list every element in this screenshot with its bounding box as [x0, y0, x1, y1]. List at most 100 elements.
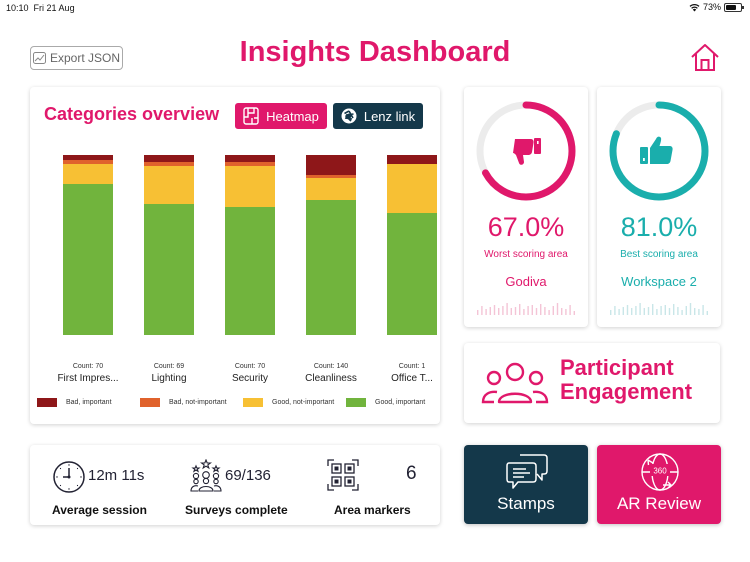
bar-segment-bad-important	[144, 155, 194, 163]
sparkline-bar	[685, 306, 687, 315]
bar-count-label: Count: 70	[72, 363, 104, 370]
lenz-link-button[interactable]: Lenz link	[333, 103, 423, 129]
group-stars-icon	[190, 459, 222, 492]
bar-count-label: Count: 1	[398, 363, 426, 370]
sparkline-bar	[614, 306, 616, 315]
chart-bar[interactable]	[63, 155, 113, 335]
status-time: 10:10 Fri 21 Aug	[6, 3, 75, 13]
sparkline-bar	[656, 309, 658, 315]
sparkline-bar	[639, 303, 641, 315]
worst-scoring-card[interactable]: 67.0% Worst scoring area Godiva	[464, 87, 588, 327]
bar-category-label: Office T...	[391, 373, 433, 384]
sparkline-bar	[544, 307, 546, 315]
legend-swatch	[140, 398, 160, 407]
sparkline-bar	[569, 305, 571, 315]
sparkline-bar	[489, 307, 491, 315]
thumbs-up-icon	[640, 136, 673, 164]
bar-segment-bad-important	[387, 155, 437, 164]
worst-score-ring	[476, 101, 576, 201]
engagement-title: Participant Engagement	[560, 355, 693, 404]
wifi-icon	[689, 3, 700, 11]
best-score-ring	[609, 101, 709, 201]
bar-segment-good-not-important	[387, 164, 437, 213]
sparkline-bar	[552, 306, 554, 315]
stats-card: 12m 11s Average session 69/136 Surveys c…	[30, 445, 440, 525]
sparkline-bar	[573, 311, 575, 315]
bar-category-label: Lighting	[151, 373, 187, 384]
ar-360-badge: 360	[653, 467, 667, 476]
sparkline-bar	[527, 306, 529, 315]
chart-legend: Bad, important Bad, not-important Good, no…	[30, 398, 440, 410]
bar-segment-good-important	[225, 207, 275, 335]
legend-label: Bad, not-important	[169, 399, 227, 406]
sparkline-bar	[510, 308, 512, 315]
ar-review-button[interactable]: 360 AR Review	[597, 445, 721, 524]
aperture-icon	[341, 108, 357, 124]
best-score-area: Workspace 2	[621, 274, 697, 289]
sparkline-bar	[706, 311, 708, 315]
bar-segment-good-important	[306, 199, 356, 335]
legend-item: Good, not-important	[243, 398, 334, 407]
sparkline-bar	[681, 310, 683, 315]
worst-score-label: Worst scoring area	[484, 249, 568, 260]
worst-sparkline	[477, 303, 575, 315]
battery-icon	[724, 2, 744, 12]
sparkline-bar	[664, 305, 666, 315]
heatmap-button[interactable]: Heatmap	[235, 103, 327, 129]
best-scoring-card[interactable]: 81.0% Best scoring area Workspace 2	[597, 87, 721, 327]
worst-score-percent: 67.0%	[487, 212, 565, 242]
stamps-button[interactable]: Stamps	[464, 445, 588, 524]
chart-bar[interactable]	[387, 155, 437, 335]
sparkline-bar	[689, 303, 692, 315]
participant-engagement-card[interactable]: Participant Engagement	[464, 343, 720, 423]
sparkline-bar	[635, 306, 637, 315]
sparkline-bar	[643, 308, 645, 315]
sparkline-bar	[622, 307, 624, 315]
chat-bubbles-icon	[506, 454, 548, 489]
legend-label: Bad, important	[66, 399, 112, 406]
sparkline-bar	[668, 308, 671, 315]
area-markers-label: Area markers	[334, 503, 411, 517]
sparkline-bar	[565, 309, 567, 315]
sparkline-bar	[519, 304, 521, 315]
sparkline-bar	[502, 306, 504, 315]
legend-swatch	[243, 398, 263, 407]
bar-category-label: Cleanliness	[305, 373, 357, 384]
bar-segment-bad-important	[306, 155, 356, 175]
sparkline-bar	[531, 305, 533, 315]
sparkline-bar	[481, 306, 483, 315]
bar-count-label: Count: 70	[234, 363, 266, 370]
sparkline-bar	[523, 309, 525, 315]
bar-segment-good-not-important	[306, 178, 356, 200]
best-sparkline	[610, 303, 708, 315]
qr-code-icon	[327, 459, 359, 491]
legend-label: Good, not-important	[272, 399, 335, 406]
sparkline-bar	[631, 308, 633, 315]
sparkline-bar	[535, 308, 538, 315]
average-session-value: 12m 11s	[88, 467, 145, 484]
chart-bar[interactable]	[306, 155, 356, 335]
globe-360-icon: 360	[641, 453, 679, 491]
sparkline-bar	[548, 310, 550, 315]
surveys-complete-label: Surveys complete	[185, 503, 288, 517]
chart-bar[interactable]	[225, 155, 275, 335]
average-session-label: Average session	[52, 503, 147, 517]
bar-segment-good-important	[387, 212, 437, 335]
best-score-percent: 81.0%	[620, 212, 698, 242]
chart-bar[interactable]	[144, 155, 194, 335]
sparkline-bar	[610, 310, 612, 315]
bar-count-label: Count: 140	[313, 363, 349, 370]
area-markers-value: 6	[406, 463, 417, 484]
best-score-label: Best scoring area	[620, 249, 698, 260]
bar-segment-good-not-important	[225, 165, 275, 208]
categories-chart: Count: 70 First Impres... Count: 69 Lightin…	[30, 87, 440, 424]
home-icon[interactable]	[690, 42, 720, 72]
legend-label: Good, important	[375, 399, 426, 406]
group-icon	[481, 362, 549, 404]
heatmap-label: Heatmap	[266, 108, 319, 124]
sparkline-bar	[485, 309, 487, 315]
sparkline-bar	[652, 304, 654, 315]
clock-icon	[53, 461, 85, 493]
stamps-label: Stamps	[497, 494, 555, 513]
sparkline-bar	[698, 309, 700, 315]
